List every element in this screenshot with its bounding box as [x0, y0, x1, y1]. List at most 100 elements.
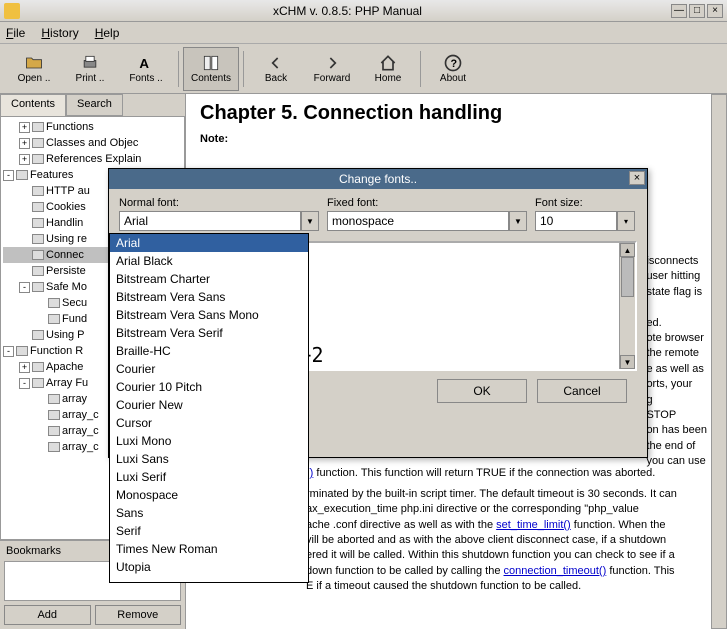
font-option[interactable]: Courier New [110, 396, 308, 414]
app-icon [4, 3, 20, 19]
content-text: g [646, 393, 707, 408]
tab-contents[interactable]: Contents [0, 94, 66, 116]
fixed-font-dropdown[interactable]: ▼ [509, 211, 527, 231]
tree-node[interactable]: +References Explain [3, 151, 182, 167]
toolbar-separator [420, 51, 421, 87]
font-option[interactable]: Arial Black [110, 252, 308, 270]
page-icon [32, 122, 44, 132]
link-connection-timeout[interactable]: connection_timeout() [504, 565, 607, 577]
content-text: user hitting [646, 269, 707, 284]
menubar: File History Help [0, 22, 727, 44]
content-scrollbar[interactable] [711, 94, 727, 629]
dialog-title: Change fonts.. × [109, 169, 647, 189]
add-bookmark-button[interactable]: Add [4, 605, 91, 625]
close-window-button[interactable]: × [707, 4, 723, 18]
font-option[interactable]: Bitstream Vera Serif [110, 324, 308, 342]
window-title: xCHM v. 0.8.5: PHP Manual [24, 4, 671, 18]
cancel-button[interactable]: Cancel [537, 379, 627, 403]
fonts-icon: A [136, 53, 156, 73]
link-set-time-limit[interactable]: set_time_limit() [496, 519, 571, 531]
home-icon [378, 53, 398, 73]
font-option[interactable]: Bitstream Vera Sans Mono [110, 306, 308, 324]
tree-expand-icon[interactable]: - [19, 378, 30, 389]
tree-expand-icon[interactable]: - [3, 170, 14, 181]
content-text: on has been [646, 423, 707, 438]
font-option[interactable]: Cursor [110, 414, 308, 432]
tree-label: Safe Mo [46, 281, 87, 293]
toolbar-separator [178, 51, 179, 87]
font-option[interactable]: Utopia [110, 558, 308, 576]
font-dropdown-list[interactable]: ArialArial BlackBitstream CharterBitstre… [109, 233, 309, 583]
tree-expand-icon[interactable]: + [19, 122, 30, 133]
tree-expand-icon[interactable]: - [3, 346, 14, 357]
menu-file[interactable]: File [6, 26, 25, 40]
font-option[interactable]: Courier 10 Pitch [110, 378, 308, 396]
page-icon [48, 298, 60, 308]
font-option[interactable]: Serif [110, 522, 308, 540]
fonts-button[interactable]: A Fonts .. [118, 47, 174, 91]
preview-scrollbar[interactable]: ▲ ▼ [619, 243, 635, 369]
font-option[interactable]: Courier [110, 360, 308, 378]
font-option[interactable]: Luxi Sans [110, 450, 308, 468]
page-icon [48, 426, 60, 436]
page-icon [32, 234, 44, 244]
font-option[interactable]: Bitstream Vera Sans [110, 288, 308, 306]
home-button[interactable]: Home [360, 47, 416, 91]
font-option[interactable]: Monospace [110, 486, 308, 504]
font-option[interactable]: Times New Roman [110, 540, 308, 558]
note-label: Note: [200, 133, 713, 145]
font-size-input[interactable] [535, 211, 617, 231]
normal-font-input[interactable] [119, 211, 301, 231]
about-button[interactable]: ? About [425, 47, 481, 91]
forward-button[interactable]: Forward [304, 47, 360, 91]
tree-label: Using P [46, 329, 85, 341]
font-option[interactable]: Braille-HC [110, 342, 308, 360]
tree-label: Secu [62, 297, 87, 309]
font-option[interactable]: Bitstream Charter [110, 270, 308, 288]
scroll-down-icon[interactable]: ▼ [620, 355, 635, 369]
content-text: state flag is [646, 285, 707, 300]
content-text: isconnects [646, 254, 707, 269]
scroll-up-icon[interactable]: ▲ [620, 243, 635, 257]
menu-history[interactable]: History [41, 26, 78, 40]
tab-search[interactable]: Search [66, 94, 123, 116]
toolbar-separator [243, 51, 244, 87]
tree-label: Persiste [46, 265, 86, 277]
remove-bookmark-button[interactable]: Remove [95, 605, 182, 625]
tree-node[interactable]: +Classes and Objec [3, 135, 182, 151]
scroll-thumb[interactable] [621, 257, 634, 297]
normal-font-dropdown[interactable]: ▼ [301, 211, 319, 231]
page-icon [48, 410, 60, 420]
page-icon [32, 154, 44, 164]
content-text: e as well as [646, 362, 707, 377]
back-button[interactable]: Back [248, 47, 304, 91]
menu-help[interactable]: Help [95, 26, 120, 40]
tree-label: array_c [62, 409, 99, 421]
tree-expand-icon[interactable]: - [19, 282, 30, 293]
maximize-button[interactable]: □ [689, 4, 705, 18]
page-icon [16, 346, 28, 356]
open-button[interactable]: Open .. [6, 47, 62, 91]
normal-font-label: Normal font: [119, 197, 319, 209]
font-option[interactable]: Sans [110, 504, 308, 522]
tree-label: Functions [46, 121, 94, 133]
tree-expand-icon[interactable]: + [19, 138, 30, 149]
font-option[interactable]: Arial [110, 234, 308, 252]
font-option[interactable]: Luxi Serif [110, 468, 308, 486]
tree-node[interactable]: + Functions [3, 119, 182, 135]
minimize-button[interactable]: — [671, 4, 687, 18]
content-text: ote browser [646, 331, 707, 346]
page-icon [32, 282, 44, 292]
toolbar: Open .. Print .. A Fonts .. Contents Bac… [0, 44, 727, 94]
tree-expand-icon[interactable]: + [19, 154, 30, 165]
dialog-close-button[interactable]: × [629, 171, 645, 185]
font-size-spinner[interactable]: ▾ [617, 211, 635, 231]
ok-button[interactable]: OK [437, 379, 527, 403]
page-icon [48, 394, 60, 404]
print-button[interactable]: Print .. [62, 47, 118, 91]
contents-button[interactable]: Contents [183, 47, 239, 91]
tree-expand-icon[interactable]: + [19, 362, 30, 373]
font-option[interactable]: Luxi Mono [110, 432, 308, 450]
fixed-font-input[interactable] [327, 211, 509, 231]
contents-icon [201, 53, 221, 73]
